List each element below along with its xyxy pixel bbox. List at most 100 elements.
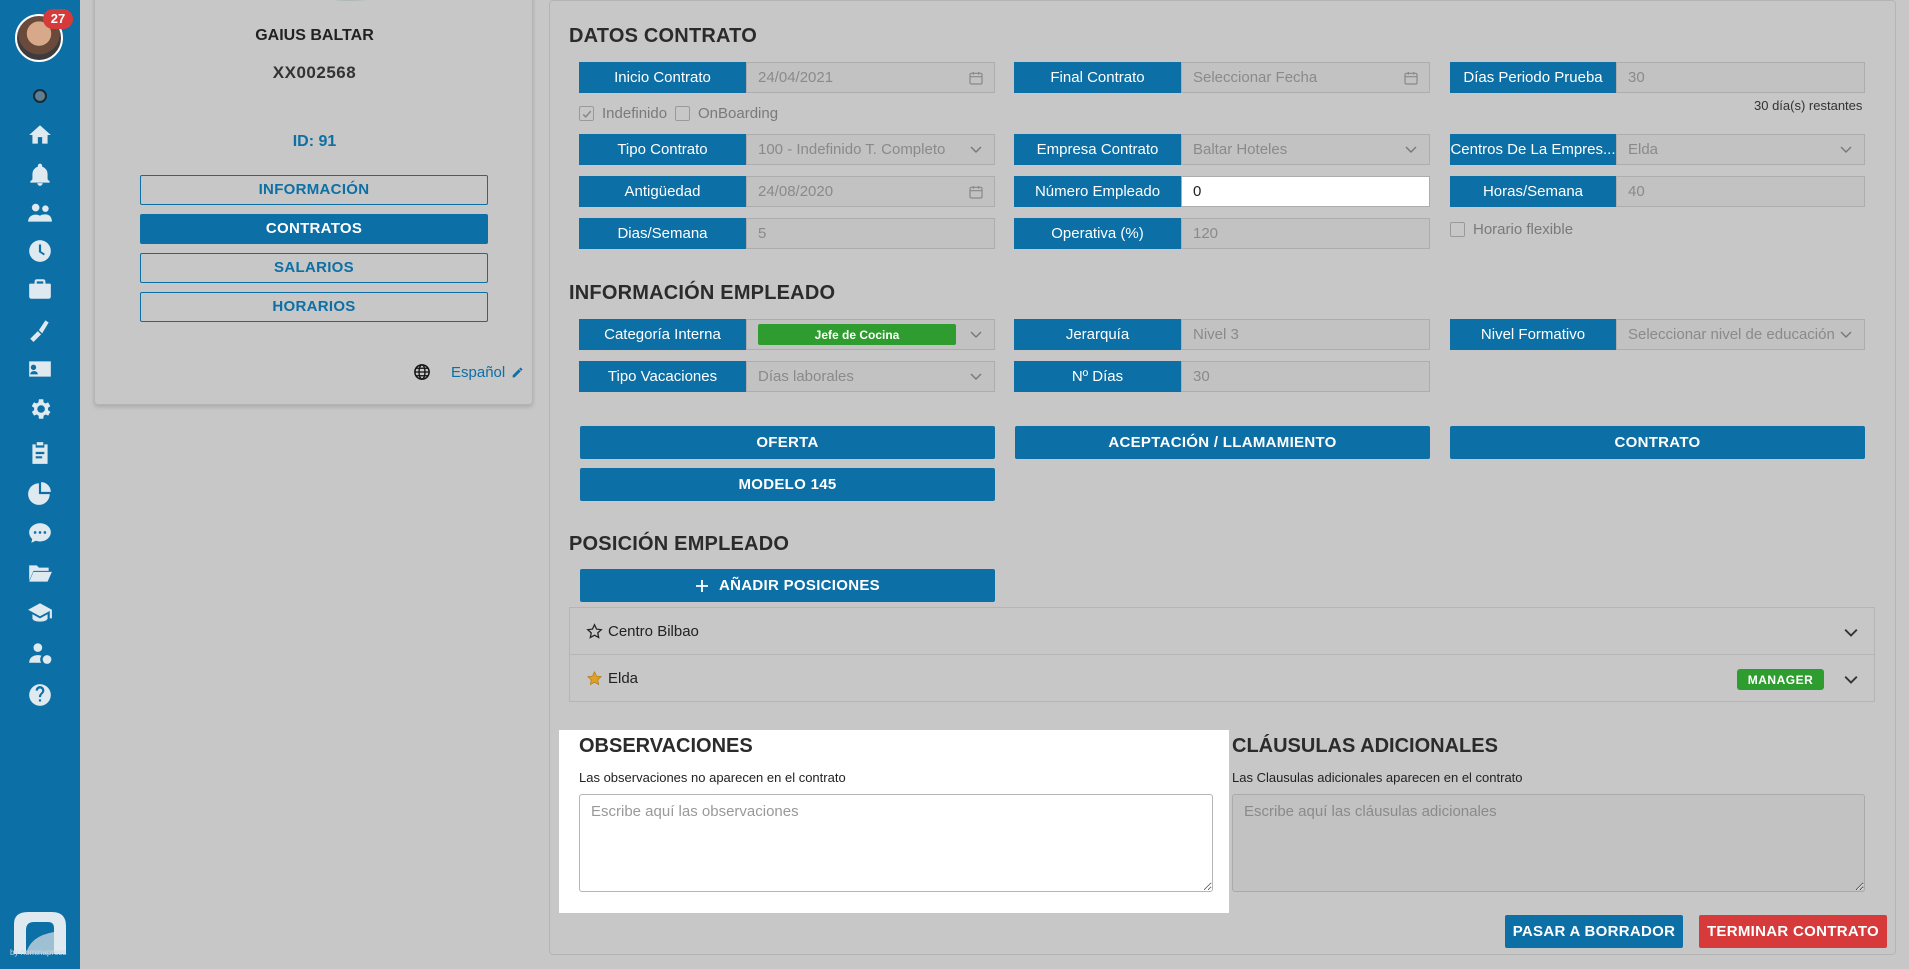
aceptacion-llamamiento-button[interactable]: ACEPTACIÓN / LLAMAMIENTO [1015,426,1430,459]
n-dias-input[interactable]: 30 [1181,361,1430,392]
jerarquia-label: Jerarquía [1014,319,1181,350]
tab-salarios[interactable]: SALARIOS [140,253,488,283]
dias-semana-label: Dias/Semana [579,218,746,249]
empresa-contrato-value: Baltar Hoteles [1193,141,1288,158]
antiguedad-value: 24/08/2020 [758,183,834,200]
antiguedad-input[interactable]: 24/08/2020 [746,176,995,207]
numero-empleado-label: Número Empleado [1014,176,1181,207]
categoria-tag: Jefe de Cocina [758,324,956,345]
position-name: Centro Bilbao [608,622,699,640]
antiguedad-label: Antigüedad [579,176,746,207]
modelo-145-button[interactable]: MODELO 145 [580,468,995,501]
pencil-icon[interactable] [511,366,524,379]
contrato-button[interactable]: CONTRATO [1450,426,1865,459]
language-label[interactable]: Español [451,364,505,381]
operativa-input[interactable]: 120 [1181,218,1430,249]
horario-flexible-box[interactable] [1450,222,1465,237]
observaciones-textarea[interactable] [579,794,1213,892]
anadir-posiciones-button[interactable]: AÑADIR POSICIONES [580,569,995,602]
horas-semana-input[interactable]: 40 [1616,176,1865,207]
terminar-contrato-button[interactable]: TERMINAR CONTRATO [1699,915,1887,948]
tipo-contrato-label: Tipo Contrato [579,134,746,165]
centros-empresa-select[interactable]: Elda [1616,134,1865,165]
position-row-elda[interactable]: Elda MANAGER [569,654,1875,702]
categoria-interna-label: Categoría Interna [579,319,746,350]
chevron-down-icon [1840,146,1852,153]
notification-badge[interactable]: 27 [43,9,73,29]
graduation-cap-icon[interactable] [25,598,55,628]
clausulas-textarea[interactable] [1232,794,1865,892]
pie-chart-icon[interactable] [25,478,55,508]
jerarquia-field: Jerarquía Nivel 3 [1014,319,1430,350]
section-datos-contrato: DATOS CONTRATO [569,25,757,47]
paint-roller-icon[interactable] [25,314,55,344]
status-dot-icon [33,89,47,103]
section-posicion-empleado: POSICIÓN EMPLEADO [569,533,790,555]
bell-icon[interactable] [25,160,55,190]
star-outline-icon[interactable] [586,622,603,640]
onboarding-box[interactable] [675,106,690,121]
dias-semana-input[interactable]: 5 [746,218,995,249]
tab-horarios[interactable]: HORARIOS [140,292,488,322]
section-informacion-empleado: INFORMACIÓN EMPLEADO [569,282,836,304]
position-name: Elda [608,669,639,687]
logo-text: by nominapress [10,948,67,957]
id-card-icon[interactable] [25,354,55,384]
empresa-contrato-select[interactable]: Baltar Hoteles [1181,134,1430,165]
indefinido-box[interactable] [579,106,594,121]
tipo-vacaciones-value: Días laborales [758,368,854,385]
language-selector[interactable]: Español [413,363,524,381]
calendar-icon[interactable] [1403,70,1419,86]
final-contrato-input[interactable]: Seleccionar Fecha [1181,62,1430,93]
operativa-label: Operativa (%) [1014,218,1181,249]
oferta-button[interactable]: OFERTA [580,426,995,459]
observaciones-panel: OBSERVACIONES Las observaciones no apare… [559,730,1229,913]
manager-badge: MANAGER [1737,669,1824,690]
tipo-contrato-field: Tipo Contrato 100 - Indefinido T. Comple… [579,134,995,165]
clock-icon[interactable] [25,236,55,266]
categoria-interna-field: Categoría Interna Jefe de Cocina [579,319,995,350]
categoria-interna-select[interactable]: Jefe de Cocina [746,319,995,350]
user-money-icon[interactable] [25,638,55,668]
calendar-icon[interactable] [968,184,984,200]
employee-code: XX002568 [272,63,357,82]
briefcase-icon[interactable] [25,274,55,304]
pasar-a-borrador-button[interactable]: PASAR A BORRADOR [1505,915,1683,948]
observaciones-title: OBSERVACIONES [579,735,753,757]
folder-icon[interactable] [25,558,55,588]
inicio-contrato-label: Inicio Contrato [579,62,746,93]
position-row-centro-bilbao[interactable]: Centro Bilbao [569,607,1875,655]
tab-informacion[interactable]: INFORMACIÓN [140,175,488,205]
home-icon[interactable] [25,120,55,150]
onboarding-checkbox[interactable]: OnBoarding [675,105,778,122]
centros-empresa-field: Centros De La Empres... Elda [1450,134,1865,165]
indefinido-checkbox[interactable]: Indefinido [579,105,667,122]
nivel-formativo-select[interactable]: Seleccionar nivel de educación [1616,319,1865,350]
users-icon[interactable] [25,198,55,228]
tipo-vacaciones-select[interactable]: Días laborales [746,361,995,392]
chevron-down-icon[interactable] [1844,625,1858,639]
horas-semana-field: Horas/Semana 40 [1450,176,1865,207]
chevron-down-icon [970,331,982,338]
help-icon[interactable] [25,680,55,710]
chevron-down-icon [970,373,982,380]
horario-flexible-checkbox[interactable]: Horario flexible [1450,221,1573,238]
final-contrato-label: Final Contrato [1014,62,1181,93]
calendar-icon[interactable] [968,70,984,86]
gear-icon[interactable] [25,394,55,424]
dias-periodo-prueba-input[interactable]: 30 [1616,62,1865,93]
dias-restantes-note: 30 día(s) restantes [1754,98,1863,113]
inicio-contrato-input[interactable]: 24/04/2021 [746,62,995,93]
numero-empleado-input[interactable]: 0 [1181,176,1430,207]
tipo-contrato-select[interactable]: 100 - Indefinido T. Completo [746,134,995,165]
sidebar: 27 by nominapress [0,0,80,969]
tab-contratos[interactable]: CONTRATOS [140,214,488,244]
numero-empleado-field: Número Empleado 0 [1014,176,1430,207]
chat-icon[interactable] [25,518,55,548]
jerarquia-input[interactable]: Nivel 3 [1181,319,1430,350]
chevron-down-icon[interactable] [1844,672,1858,686]
star-filled-icon[interactable] [586,670,603,687]
clipboard-icon[interactable] [25,438,55,468]
indefinido-label: Indefinido [602,105,668,122]
globe-icon [414,364,430,380]
